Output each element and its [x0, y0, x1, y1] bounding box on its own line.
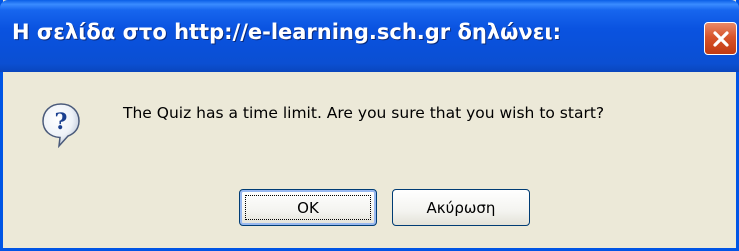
dialog-body: ? The Quiz has a time limit. Are you sur… [3, 72, 736, 248]
close-icon [711, 29, 731, 49]
ok-button[interactable]: OK [239, 189, 377, 226]
cancel-button-label: Ακύρωση [426, 198, 496, 217]
title-bar[interactable]: Η σελίδα στο http://e-learning.sch.gr δη… [0, 0, 739, 72]
confirm-dialog: Η σελίδα στο http://e-learning.sch.gr δη… [0, 0, 739, 251]
dialog-title: Η σελίδα στο http://e-learning.sch.gr δη… [12, 20, 561, 44]
cancel-button[interactable]: Ακύρωση [392, 189, 530, 226]
ok-button-label: OK [297, 198, 319, 217]
question-icon: ? [41, 102, 81, 149]
dialog-message: The Quiz has a time limit. Are you sure … [123, 104, 605, 122]
svg-text:?: ? [55, 109, 68, 135]
close-button[interactable] [704, 22, 737, 55]
